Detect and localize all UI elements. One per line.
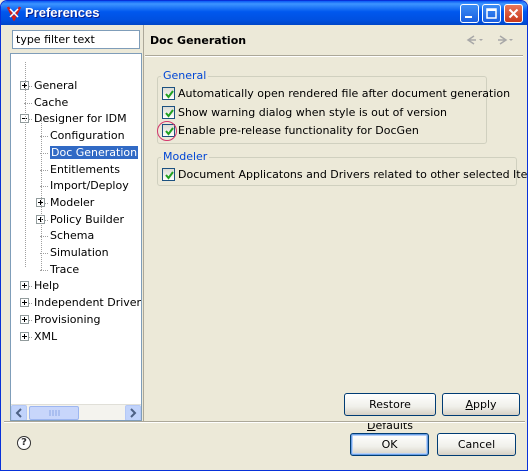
- tree-item-label: Policy Builder: [50, 212, 125, 226]
- close-button[interactable]: [504, 4, 523, 23]
- tree-item-import-deploy[interactable]: Import/Deploy: [50, 178, 129, 194]
- ok-button[interactable]: OK: [350, 433, 429, 456]
- footer-divider-highlight: [4, 422, 525, 423]
- checkbox[interactable]: [162, 105, 175, 119]
- checkbox-label: Automatically open rendered file after d…: [178, 87, 511, 100]
- back-arrow-icon[interactable]: [462, 33, 484, 47]
- tree-item-label: Modeler: [50, 195, 95, 209]
- tree-item-help[interactable]: Help: [34, 278, 59, 294]
- title-bar[interactable]: Preferences: [1, 1, 527, 25]
- tree-item-policy-builder[interactable]: Policy Builder: [50, 212, 124, 228]
- tree-content: General Cache Designer for IDM Configuratio…: [11, 54, 141, 404]
- tree-item-label: Schema: [50, 229, 95, 243]
- checkmark-icon: [165, 171, 174, 180]
- tree-item-label: Entitlements: [50, 162, 120, 176]
- checkbox-label: Show warning dialog when style is out of…: [178, 105, 448, 119]
- apply-button[interactable]: Apply: [442, 393, 520, 416]
- scroll-left-button[interactable]: [11, 405, 27, 420]
- checkmark-icon: [165, 90, 174, 99]
- filter-input[interactable]: [12, 30, 140, 49]
- tree-spine: [25, 62, 26, 267]
- expand-xml-icon[interactable]: [20, 331, 29, 341]
- tree-item-label: Configuration: [50, 129, 125, 143]
- tree-item-label: General: [34, 79, 78, 92]
- expand-help-icon[interactable]: [20, 281, 29, 291]
- apply-post: pply: [473, 398, 497, 411]
- highlight-circle: [157, 121, 177, 141]
- tree-item-independent-driver-s[interactable]: Independent Driver S: [34, 295, 142, 311]
- expand-independent-driver-s-icon[interactable]: [20, 298, 29, 308]
- tree-item-label: Trace: [50, 262, 80, 276]
- cancel-button[interactable]: Cancel: [437, 433, 516, 456]
- tree-item-configuration[interactable]: Configuration: [50, 128, 125, 144]
- header-divider-highlight: [145, 56, 523, 57]
- checkbox-label: Document Applicatons and Drivers related…: [178, 168, 528, 181]
- apply-key: A: [465, 398, 473, 411]
- tree-item-label: Help: [34, 279, 60, 293]
- checkmark-icon: [165, 108, 174, 118]
- tree-item-label: Designer for IDM: [34, 112, 127, 126]
- app-icon: [6, 5, 22, 22]
- tree-item-entitlements[interactable]: Entitlements: [50, 162, 120, 178]
- tree-item-label: Cache: [34, 95, 69, 109]
- tree-item-doc-generation[interactable]: Doc Generation: [48, 144, 140, 161]
- tree-item-label: Doc Generation: [48, 144, 140, 160]
- window-title: Preferences: [25, 5, 100, 20]
- page-title: Doc Generation: [150, 34, 247, 47]
- checkbox[interactable]: [162, 87, 175, 100]
- scroll-right-button[interactable]: [125, 405, 141, 420]
- tree-item-cache[interactable]: Cache: [34, 95, 68, 111]
- forward-arrow-icon[interactable]: [492, 33, 514, 47]
- general-group-legend: General: [161, 69, 209, 82]
- horizontal-scrollbar[interactable]: [11, 404, 141, 420]
- minimize-button[interactable]: [460, 4, 479, 23]
- page-header: Doc Generation: [145, 27, 523, 55]
- tree-item-schema[interactable]: Schema: [50, 228, 94, 244]
- tree-item-modeler[interactable]: Modeler: [50, 195, 94, 211]
- expand-provisioning-icon[interactable]: [20, 314, 29, 324]
- tree-item-provisioning[interactable]: Provisioning: [34, 312, 101, 328]
- scroll-thumb[interactable]: [29, 406, 79, 420]
- restore-defaults-pre: Restore: [369, 398, 411, 411]
- tree-item-label: Independent Driver S: [34, 296, 142, 310]
- tree-item-simulation[interactable]: Simulation: [50, 245, 109, 261]
- tree-spine: [41, 120, 42, 270]
- tree-item-label: Simulation: [50, 246, 109, 259]
- tree-item-label: XML: [34, 329, 58, 343]
- dialog-body: General Cache Designer for IDM Configuratio…: [4, 25, 528, 469]
- restore-defaults-button[interactable]: Restore Defaults: [344, 393, 436, 432]
- help-icon[interactable]: ?: [17, 436, 31, 450]
- modeler-group-legend: Modeler: [161, 150, 210, 163]
- maximize-button[interactable]: [482, 4, 501, 23]
- checkbox-label: Enable pre-release functionality for Doc…: [178, 124, 419, 137]
- preferences-window: Preferences General Cache Designer for IDM…: [0, 0, 528, 471]
- tree-item-label: Import/Deploy: [50, 179, 129, 193]
- checkbox[interactable]: [162, 168, 175, 181]
- preference-tree[interactable]: General Cache Designer for IDM Configuratio…: [10, 53, 142, 421]
- tree-item-designer-for-idm[interactable]: Designer for IDM: [34, 111, 127, 127]
- pane-splitter[interactable]: [143, 25, 144, 421]
- tree-item-general[interactable]: General: [34, 78, 77, 94]
- tree-item-label: Provisioning: [34, 312, 101, 326]
- tree-item-xml[interactable]: XML: [34, 329, 57, 345]
- tree-item-trace[interactable]: Trace: [50, 262, 79, 278]
